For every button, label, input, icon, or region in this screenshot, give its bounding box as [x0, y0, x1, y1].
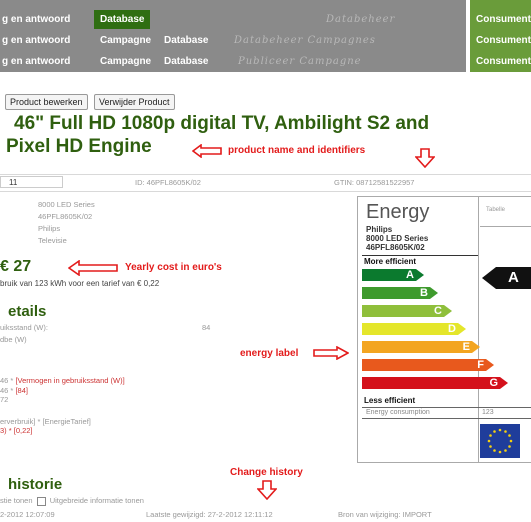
nav-item-database[interactable]: Database	[164, 31, 208, 50]
eu-star	[493, 449, 496, 452]
energy-label-more-efficient: More efficient	[364, 257, 417, 266]
eu-star	[504, 449, 507, 452]
spec-category: Televisie	[38, 236, 67, 245]
right-arrow-icon	[313, 346, 349, 360]
eu-star	[487, 439, 491, 443]
nav-item-consument[interactable]: Consument	[476, 14, 531, 25]
history-source: Bron van wijziging: IMPORT	[338, 510, 432, 519]
nav-item-vraag-en-antwoord[interactable]: g en antwoord	[2, 31, 70, 50]
energy-class-bar-f: F	[362, 359, 494, 371]
gtin-text: GTIN: 08712581522957	[334, 178, 415, 187]
nav-item-vraag-en-antwoord[interactable]: g en antwoord	[2, 52, 70, 71]
energy-label-title: Energy	[366, 201, 430, 223]
energy-class-bar-d: D	[362, 323, 466, 335]
history-date: 2-2012 12:07:09	[0, 510, 55, 519]
nav-item-database[interactable]: Database	[164, 52, 208, 71]
spec-series: 8000 LED Series	[38, 200, 95, 209]
energy-rating-arrow	[482, 267, 531, 289]
left-arrow-icon	[192, 144, 222, 158]
spec-brand: Philips	[38, 224, 61, 233]
energy-class-bar-a: A	[362, 269, 424, 281]
nav-item-vraag-en-antwoord[interactable]: g en antwoord	[2, 10, 70, 29]
annotation-yearly-cost: Yearly cost in euro's	[125, 262, 222, 273]
nav-item-consument[interactable]: Consument	[476, 35, 531, 46]
usage-text: bruik van 123 kWh voor een tarief van € …	[0, 279, 160, 288]
formula-line-2: 46 * [84]	[0, 386, 28, 395]
nav-consument-panel: Consument Consument Consument	[466, 0, 531, 72]
nav-item-publiceer-campagne[interactable]: Publiceer Campagne	[238, 52, 362, 71]
energy-label-model: 46PFL8605K/02	[366, 243, 425, 252]
down-arrow-icon	[415, 148, 435, 168]
history-toggle-row: stie tonen Uitgebreide informatie tonen	[0, 496, 144, 506]
detail-label-power: uiksstand (W):	[0, 323, 48, 332]
divider	[0, 174, 531, 175]
energy-class-bar-e: E	[362, 341, 480, 353]
nav-item-campagne[interactable]: Campagne	[100, 31, 151, 50]
energy-consumption-value: 123	[482, 409, 494, 416]
formula-line-5: 3) * [0,22]	[0, 426, 33, 435]
product-id-text: ID: 46PFL8605K/02	[135, 178, 201, 187]
energy-class-bar-g: G	[362, 377, 508, 389]
nav-row-1: g en antwoord Database Databeheer	[0, 10, 531, 29]
energy-class-bar-c: C	[362, 305, 452, 317]
detail-label-standby: dbe (W)	[0, 335, 27, 344]
energy-consumption-label: Energy consumption	[366, 409, 430, 416]
eu-star	[504, 430, 507, 433]
energy-label-tab: Tabelle	[486, 207, 506, 213]
energy-rating: A	[508, 269, 519, 286]
history-last-changed: Laatste gewijzigd: 27-2-2012 12:11:12	[146, 510, 273, 519]
nav-item-database-active[interactable]: Database	[94, 10, 151, 29]
eu-star	[508, 445, 511, 448]
edit-product-button[interactable]: Product bewerken	[5, 94, 88, 110]
energy-label-series: 8000 LED Series	[366, 234, 429, 243]
annotation-energy-label: energy label	[240, 348, 299, 359]
nav-item-databeheer-campagnes[interactable]: Databeheer Campagnes	[234, 31, 376, 50]
divider	[480, 226, 531, 227]
divider	[362, 418, 531, 419]
top-navigation: g en antwoord Database Databeheer g en a…	[0, 0, 531, 72]
formula-line-3: 72	[0, 395, 9, 404]
product-title-line-1: 46" Full HD 1080p digital TV, Ambilight …	[14, 113, 430, 134]
annotation-change-history: Change history	[230, 467, 303, 478]
eu-star	[509, 439, 513, 443]
nav-row-3: g en antwoord Campagne Database Publicee…	[0, 52, 531, 71]
eu-star	[498, 450, 502, 454]
energy-class-bar-b: B	[362, 287, 438, 299]
spec-model: 46PFL8605K/02	[38, 212, 93, 221]
product-id-input[interactable]: 11	[0, 176, 63, 188]
down-arrow-icon	[257, 480, 277, 500]
eu-star	[508, 434, 511, 437]
annotation-product-name: product name and identifiers	[228, 145, 366, 156]
divider	[362, 407, 531, 408]
eu-star	[489, 445, 492, 448]
eu-star	[489, 434, 492, 437]
formula-line-1: 46 * [Vermogen in gebruiksstand (W)]	[0, 376, 125, 385]
extended-info-checkbox[interactable]	[36, 496, 46, 506]
details-heading: etails	[8, 303, 47, 320]
energy-label: Energy Tabelle Philips 8000 LED Series 4…	[357, 196, 531, 463]
history-toggle-text[interactable]: stie tonen	[0, 496, 33, 505]
history-heading: historie	[8, 476, 63, 493]
nav-row-2: g en antwoord Campagne Database Databehe…	[0, 31, 531, 50]
formula-line-4: erverbruik] * [EnergieTarief]	[0, 417, 91, 426]
nav-item-databeheer[interactable]: Databeheer	[326, 10, 395, 29]
energy-label-less-efficient: Less efficient	[364, 396, 416, 405]
extended-info-label[interactable]: Uitgebreide informatie tonen	[50, 496, 144, 505]
nav-item-campagne[interactable]: Campagne	[100, 52, 151, 71]
eu-star	[498, 428, 502, 432]
yearly-cost: € 27	[0, 258, 32, 275]
eu-star	[493, 430, 496, 433]
detail-value-power: 84	[202, 323, 211, 332]
left-arrow-icon	[68, 260, 118, 276]
divider	[362, 255, 478, 256]
delete-product-button[interactable]: Verwijder Product	[94, 94, 175, 110]
divider	[0, 191, 531, 192]
energy-label-brand: Philips	[366, 225, 393, 234]
eu-flag-icon	[480, 424, 520, 458]
nav-item-consument[interactable]: Consument	[476, 56, 531, 67]
